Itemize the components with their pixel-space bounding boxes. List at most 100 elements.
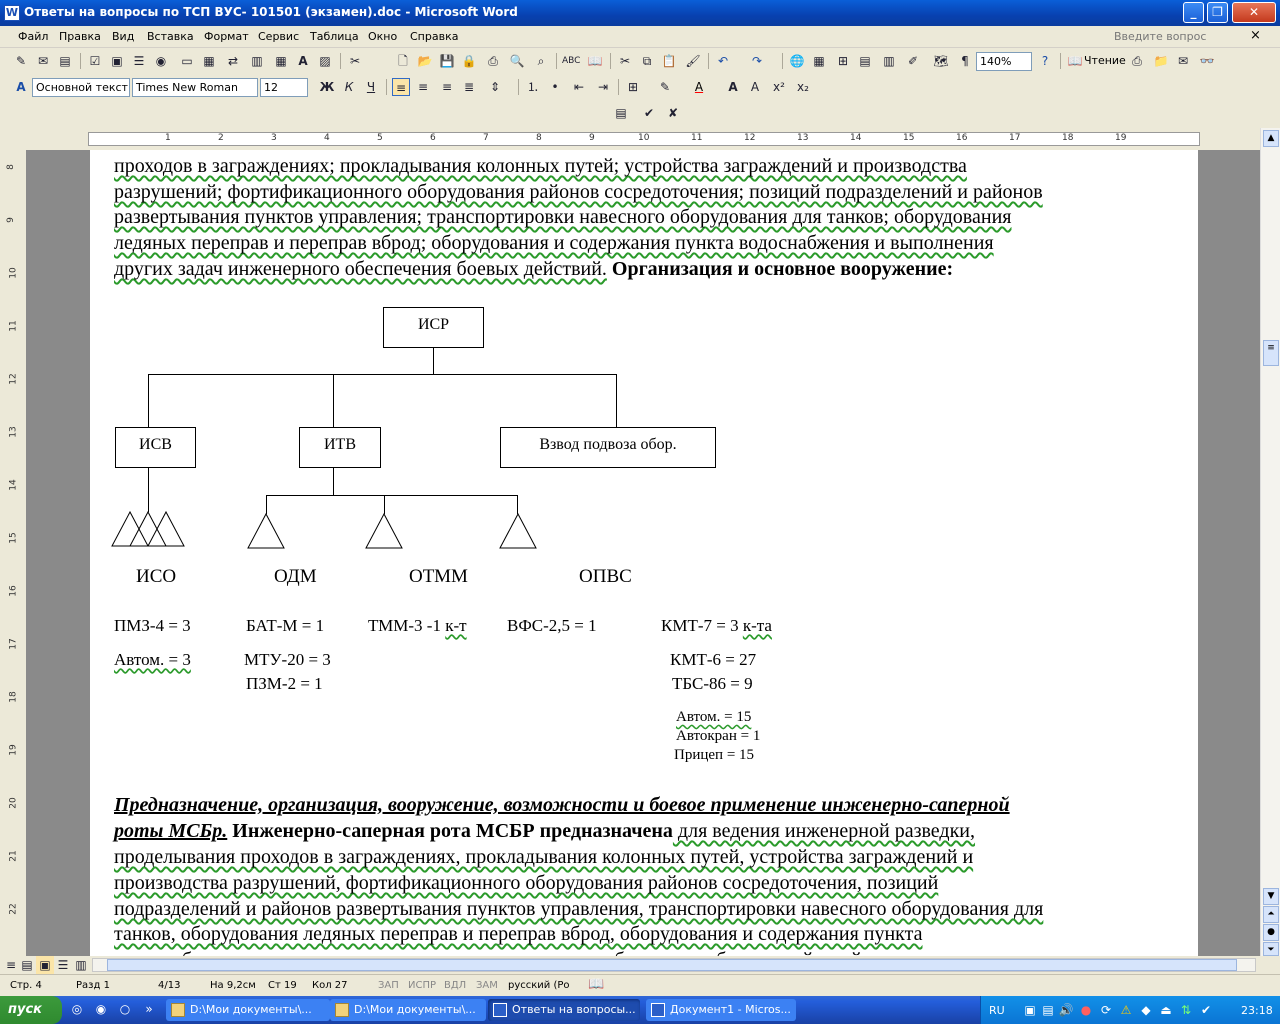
font-size-combo[interactable]: 12 — [260, 78, 308, 97]
tray-check-icon[interactable]: ✔ — [1197, 1001, 1215, 1019]
numbering-icon[interactable]: ⒈ — [524, 78, 542, 96]
update-icon[interactable]: ⟳ — [1097, 1001, 1115, 1019]
grow-font-icon[interactable]: A — [724, 78, 742, 96]
spelling-status-icon[interactable]: 📖 — [588, 977, 604, 992]
menu-edit[interactable]: Правка — [59, 30, 101, 43]
line-spacing-icon[interactable]: ⇕ — [486, 78, 504, 96]
minimize-button[interactable]: _ — [1183, 2, 1204, 23]
tray-icon[interactable]: ▤ — [1039, 1001, 1057, 1019]
list-icon[interactable]: ☰ — [130, 52, 148, 70]
close-window-button[interactable]: ✕ — [1232, 2, 1276, 23]
table-form-icon[interactable]: ▦ — [200, 52, 218, 70]
text-icon[interactable]: A — [294, 52, 312, 70]
picture-icon[interactable]: ▨ — [316, 52, 334, 70]
document-area[interactable]: проходов в заграждениях; прокладывания к… — [26, 150, 1260, 956]
horizontal-scrollbar[interactable] — [92, 958, 1256, 972]
previous-page-icon[interactable]: ⏶ — [1263, 906, 1279, 923]
mail-icon[interactable]: ✉ — [34, 52, 52, 70]
menu-table[interactable]: Таблица — [310, 30, 359, 43]
columns-icon[interactable]: ▥ — [880, 52, 898, 70]
next-page-icon[interactable]: ⏷ — [1263, 942, 1279, 956]
spelling-icon[interactable]: ABC — [562, 52, 580, 70]
font-combo[interactable]: Times New Roman — [132, 78, 258, 97]
chrome-icon[interactable]: ◎ — [68, 1000, 86, 1018]
track-changes-icon[interactable]: ▤ — [612, 104, 630, 122]
zoom-combo[interactable]: 140% — [976, 52, 1032, 71]
task-word-active[interactable]: Ответы на вопросы... — [488, 999, 640, 1021]
checkbox-icon[interactable]: ☑ — [86, 52, 104, 70]
vertical-ruler[interactable]: 8 9 10 11 12 13 14 15 16 17 18 19 20 21 … — [0, 150, 26, 956]
antivirus-icon[interactable]: ● — [1077, 1001, 1095, 1019]
tray-app-icon[interactable]: ◆ — [1137, 1001, 1155, 1019]
browser-icon[interactable]: ◉ — [92, 1000, 110, 1018]
research-book-icon[interactable]: 📖 — [586, 52, 604, 70]
insert-table-icon[interactable]: ⊞ — [834, 52, 852, 70]
task-folder-2[interactable]: D:\Мои документы\... — [330, 999, 486, 1021]
font-color-icon[interactable]: A — [690, 78, 708, 96]
help-icon[interactable]: ? — [1036, 52, 1054, 70]
grid-icon[interactable]: ▦ — [272, 52, 290, 70]
cut-icon[interactable]: ✂ — [616, 52, 634, 70]
status-ovr[interactable]: ЗАМ — [476, 980, 498, 991]
underline-icon[interactable]: Ч — [362, 78, 380, 96]
print-icon[interactable]: ⎙ — [484, 52, 502, 70]
borders-icon[interactable]: ⊞ — [624, 78, 642, 96]
tables-borders-icon[interactable]: ▦ — [810, 52, 828, 70]
highlight-icon[interactable]: ✎ — [656, 78, 674, 96]
frame-icon[interactable]: ▭ — [178, 52, 196, 70]
align-left-icon[interactable]: ≡ — [392, 78, 410, 96]
bold-icon[interactable]: Ж — [318, 78, 336, 96]
save-icon[interactable]: 💾 — [438, 52, 456, 70]
show-formatting-icon[interactable]: ¶ — [956, 52, 974, 70]
folder-icon[interactable]: 📁 — [1152, 52, 1170, 70]
decrease-indent-icon[interactable]: ⇤ — [570, 78, 588, 96]
browse-object-icon[interactable]: ● — [1263, 924, 1279, 941]
horizontal-ruler[interactable]: 1 2 3 4 5 6 7 8 9 10 11 12 13 14 15 16 1… — [0, 128, 1260, 150]
security-icon[interactable]: ⚠ — [1117, 1001, 1135, 1019]
subscript-icon[interactable]: x₂ — [794, 78, 812, 96]
document-page[interactable]: проходов в заграждениях; прокладывания к… — [90, 150, 1198, 956]
menu-tools[interactable]: Сервис — [258, 30, 299, 43]
option-icon[interactable]: ◉ — [152, 52, 170, 70]
bullets-icon[interactable]: • — [546, 78, 564, 96]
opera-icon[interactable]: ○ — [116, 1000, 134, 1018]
redo-icon[interactable]: ↷ — [748, 52, 766, 70]
usb-icon[interactable]: ⏏ — [1157, 1001, 1175, 1019]
sync-icon[interactable]: ⇅ — [1177, 1001, 1195, 1019]
maximize-button[interactable]: ❐ — [1207, 2, 1228, 23]
accept-change-icon[interactable]: ✔ — [640, 104, 658, 122]
research-icon[interactable]: ✎ — [12, 52, 30, 70]
scroll-up-icon[interactable]: ▲ — [1263, 130, 1279, 147]
permission-icon[interactable]: 🔒 — [460, 52, 478, 70]
align-center-icon[interactable]: ≡ — [414, 78, 432, 96]
document-map-icon[interactable]: 🗺 — [932, 52, 950, 70]
status-ext[interactable]: ВДЛ — [444, 980, 466, 991]
print2-icon[interactable]: ⎙ — [1128, 52, 1146, 70]
web-view-icon[interactable]: ▤ — [18, 956, 36, 974]
styles-icon[interactable]: A — [12, 78, 30, 96]
toggle-icon[interactable]: ⇄ — [224, 52, 242, 70]
scroll-down-icon[interactable]: ▼ — [1263, 888, 1279, 905]
menu-window[interactable]: Окно — [368, 30, 397, 43]
scroll-thumb[interactable]: ≡ — [1263, 340, 1279, 366]
field-icon[interactable]: ▣ — [108, 52, 126, 70]
outline-view-icon[interactable]: ☰ — [54, 956, 72, 974]
menu-view[interactable]: Вид — [112, 30, 134, 43]
italic-icon[interactable]: К — [340, 78, 358, 96]
language-indicator[interactable]: RU — [989, 1004, 1005, 1017]
new-document-icon[interactable]: 🗋 — [394, 52, 412, 70]
shrink-font-icon[interactable]: A — [746, 78, 764, 96]
status-rec[interactable]: ЗАП — [378, 980, 399, 991]
increase-indent-icon[interactable]: ⇥ — [594, 78, 612, 96]
style-combo[interactable]: Основной текст — [32, 78, 130, 97]
drawing-icon[interactable]: ✐ — [904, 52, 922, 70]
format-painter-icon[interactable]: 🖌 — [684, 52, 702, 70]
paste-icon[interactable]: 📋 — [660, 52, 678, 70]
help-search-box[interactable]: Введите вопрос — [1114, 30, 1206, 43]
hyperlink-icon[interactable]: 🌐 — [788, 52, 806, 70]
menu-file[interactable]: Файл — [18, 30, 48, 43]
open-folder-icon[interactable]: 📂 — [416, 52, 434, 70]
network-icon[interactable]: ▣ — [1021, 1001, 1039, 1019]
binoculars-icon[interactable]: 👓 — [1198, 52, 1216, 70]
align-right-icon[interactable]: ≡ — [438, 78, 456, 96]
